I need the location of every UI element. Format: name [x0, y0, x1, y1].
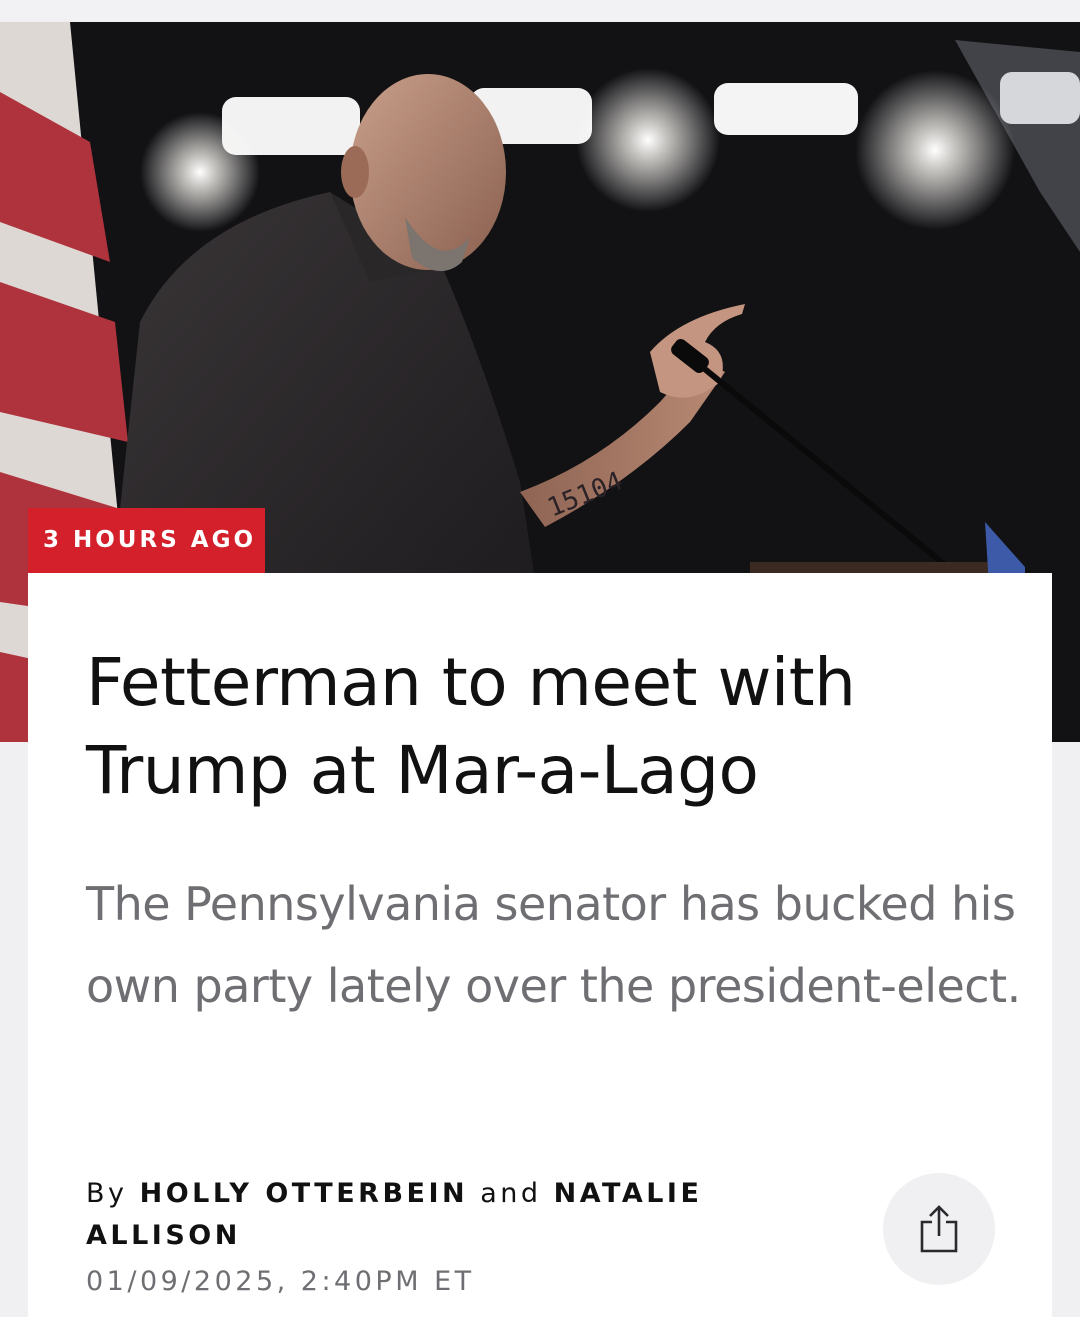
byline-conjunction: and	[480, 1178, 542, 1209]
person-head	[350, 74, 506, 270]
time-badge: 3 HOURS AGO	[28, 508, 265, 573]
article-page: 15104 3 HOURS AGO Fetterman to meet with…	[0, 0, 1080, 1317]
publish-timestamp: 01/09/2025, 2:40PM ET	[86, 1266, 475, 1297]
byline-prefix: By	[86, 1178, 128, 1209]
article-subheadline: The Pennsylvania senator has bucked his …	[86, 877, 1021, 1013]
share-icon	[920, 1205, 958, 1253]
byline: By HOLLY OTTERBEIN and NATALIE ALLISON	[86, 1173, 806, 1257]
share-button[interactable]	[883, 1173, 995, 1285]
article-headline[interactable]: Fetterman to meet with Trump at Mar-a-La…	[86, 639, 946, 815]
author-link[interactable]: HOLLY OTTERBEIN	[140, 1178, 469, 1209]
top-strip	[0, 0, 1080, 20]
article-card[interactable]: Fetterman to meet with Trump at Mar-a-La…	[28, 573, 1052, 1317]
